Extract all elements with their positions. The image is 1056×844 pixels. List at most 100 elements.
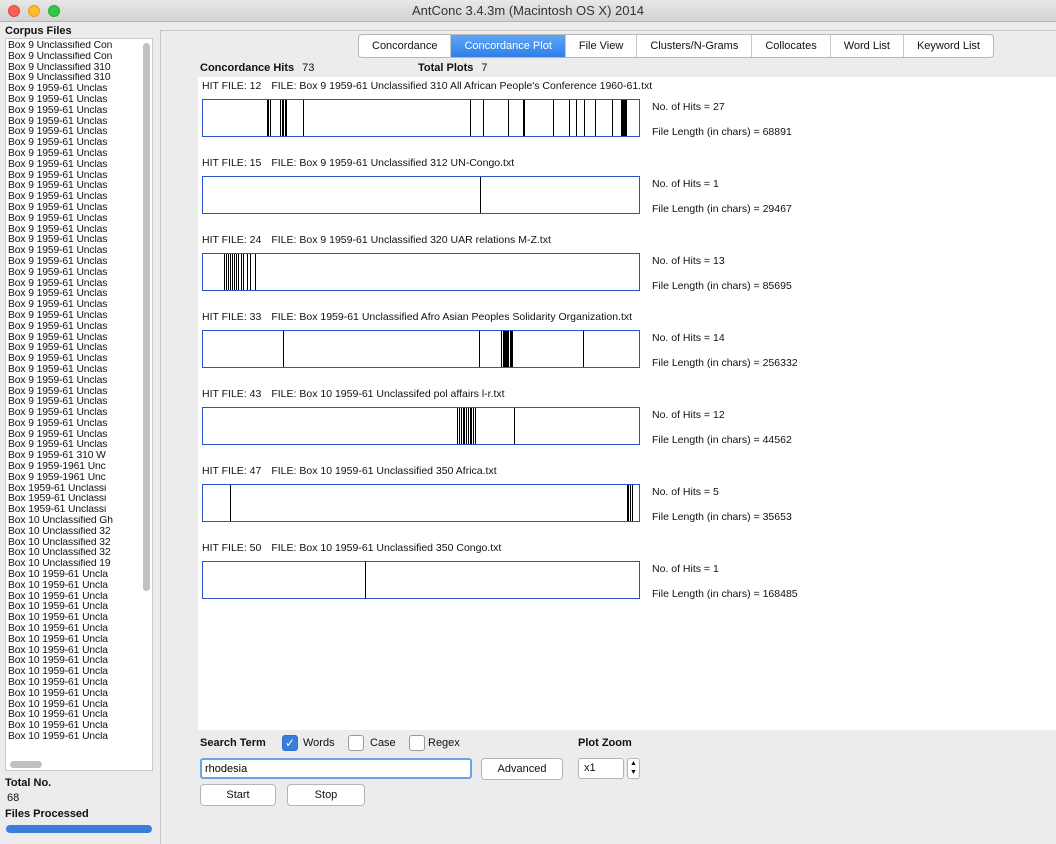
corpus-file-item[interactable]: Box 9 1959-61 Unclas bbox=[8, 246, 140, 257]
window-title: AntConc 3.4.3m (Macintosh OS X) 2014 bbox=[412, 3, 644, 18]
tab-word-list[interactable]: Word List bbox=[831, 35, 904, 57]
corpus-file-item[interactable]: Box 9 1959-61 310 W bbox=[8, 451, 140, 462]
corpus-file-item[interactable]: Box 9 1959-61 Unclas bbox=[8, 430, 140, 441]
dispersion-plot[interactable] bbox=[202, 176, 640, 214]
dispersion-plot[interactable] bbox=[202, 253, 640, 291]
corpus-file-item[interactable]: Box 9 1959-61 Unclas bbox=[8, 192, 140, 203]
file-length: File Length (in chars) = 85695 bbox=[652, 280, 792, 292]
corpus-file-item[interactable]: Box 10 1959-61 Uncla bbox=[8, 700, 140, 711]
corpus-file-item[interactable]: Box 9 1959-61 Unclas bbox=[8, 279, 140, 290]
total-plots-value: 7 bbox=[481, 62, 488, 74]
corpus-file-item[interactable]: Box 9 1959-61 Unclas bbox=[8, 268, 140, 279]
corpus-file-item[interactable]: Box 9 1959-61 Unclas bbox=[8, 300, 140, 311]
corpus-file-item[interactable]: Box 9 1959-61 Unclas bbox=[8, 354, 140, 365]
tab-concordance[interactable]: Concordance bbox=[359, 35, 452, 57]
dispersion-plot[interactable] bbox=[202, 99, 640, 137]
corpus-file-item[interactable]: Box 9 1959-1961 Unc bbox=[8, 473, 140, 484]
corpus-file-item[interactable]: Box 10 1959-61 Uncla bbox=[8, 624, 140, 635]
corpus-file-item[interactable]: Box 9 Unclassified 310 bbox=[8, 63, 140, 74]
corpus-file-item[interactable]: Box 10 Unclassified 32 bbox=[8, 527, 140, 538]
corpus-file-item[interactable]: Box 10 Unclassified Gh bbox=[8, 516, 140, 527]
corpus-file-item[interactable]: Box 10 1959-61 Uncla bbox=[8, 678, 140, 689]
corpus-file-item[interactable]: Box 10 1959-61 Uncla bbox=[8, 570, 140, 581]
corpus-file-item[interactable]: Box 9 1959-61 Unclas bbox=[8, 214, 140, 225]
corpus-file-item[interactable]: Box 10 1959-61 Uncla bbox=[8, 656, 140, 667]
corpus-file-item[interactable]: Box 9 1959-61 Unclas bbox=[8, 376, 140, 387]
corpus-file-item[interactable]: Box 9 1959-61 Unclas bbox=[8, 117, 140, 128]
corpus-file-item[interactable]: Box 9 1959-61 Unclas bbox=[8, 203, 140, 214]
corpus-file-item[interactable]: Box 10 1959-61 Uncla bbox=[8, 667, 140, 678]
corpus-file-item[interactable]: Box 9 Unclassified 310 bbox=[8, 73, 140, 84]
maximize-window-button[interactable] bbox=[48, 5, 60, 17]
regex-checkbox[interactable] bbox=[409, 735, 425, 751]
corpus-file-item[interactable]: Box 9 1959-61 Unclas bbox=[8, 365, 140, 376]
corpus-file-item[interactable]: Box 9 1959-61 Unclas bbox=[8, 408, 140, 419]
corpus-file-item[interactable]: Box 9 1959-61 Unclas bbox=[8, 387, 140, 398]
corpus-file-item[interactable]: Box 9 1959-61 Unclas bbox=[8, 289, 140, 300]
corpus-horizontal-scrollbar[interactable] bbox=[10, 761, 42, 768]
corpus-file-item[interactable]: Box 9 1959-61 Unclas bbox=[8, 181, 140, 192]
corpus-file-item[interactable]: Box 9 Unclassified Con bbox=[8, 41, 140, 52]
corpus-file-item[interactable]: Box 10 1959-61 Uncla bbox=[8, 689, 140, 700]
corpus-file-item[interactable]: Box 9 1959-61 Unclas bbox=[8, 257, 140, 268]
case-checkbox[interactable] bbox=[348, 735, 364, 751]
corpus-file-item[interactable]: Box 9 1959-61 Unclas bbox=[8, 95, 140, 106]
corpus-files-title: Corpus Files bbox=[5, 25, 72, 37]
dispersion-plot[interactable] bbox=[202, 561, 640, 599]
corpus-file-item[interactable]: Box 10 1959-61 Uncla bbox=[8, 602, 140, 613]
dispersion-plot[interactable] bbox=[202, 407, 640, 445]
corpus-file-item[interactable]: Box 9 1959-61 Unclas bbox=[8, 322, 140, 333]
tab-file-view[interactable]: File View bbox=[566, 35, 638, 57]
plot-zoom-stepper[interactable]: ▲ ▼ bbox=[627, 758, 640, 779]
corpus-file-item[interactable]: Box 9 1959-61 Unclas bbox=[8, 138, 140, 149]
start-button[interactable]: Start bbox=[200, 784, 276, 806]
stop-button[interactable]: Stop bbox=[287, 784, 365, 806]
plot-zoom-select[interactable]: x1 bbox=[578, 758, 624, 779]
words-checkbox[interactable]: ✓ bbox=[282, 735, 298, 751]
concordance-hits-label: Concordance Hits bbox=[200, 62, 295, 74]
corpus-file-list[interactable]: Box 9 Unclassified Con Box 9 Unclassified… bbox=[5, 38, 153, 771]
corpus-file-item[interactable]: Box 9 1959-61 Unclas bbox=[8, 225, 140, 236]
minimize-window-button[interactable] bbox=[28, 5, 40, 17]
corpus-file-item[interactable]: Box 9 1959-61 Unclas bbox=[8, 171, 140, 182]
corpus-file-item[interactable]: Box 9 1959-61 Unclas bbox=[8, 84, 140, 95]
tab-keyword-list[interactable]: Keyword List bbox=[904, 35, 993, 57]
corpus-file-item[interactable]: Box 10 1959-61 Uncla bbox=[8, 635, 140, 646]
close-window-button[interactable] bbox=[8, 5, 20, 17]
corpus-file-item[interactable]: Box 9 1959-61 Unclas bbox=[8, 343, 140, 354]
corpus-file-item[interactable]: Box 9 1959-61 Unclas bbox=[8, 440, 140, 451]
corpus-file-item[interactable]: Box 10 1959-61 Uncla bbox=[8, 592, 140, 603]
corpus-file-item[interactable]: Box 10 1959-61 Uncla bbox=[8, 721, 140, 732]
tab-collocates[interactable]: Collocates bbox=[752, 35, 831, 57]
corpus-file-item[interactable]: Box 9 1959-1961 Unc bbox=[8, 462, 140, 473]
corpus-file-item[interactable]: Box 10 1959-61 Uncla bbox=[8, 613, 140, 624]
corpus-file-item[interactable]: Box 10 1959-61 Uncla bbox=[8, 646, 140, 657]
search-term-input[interactable] bbox=[200, 758, 472, 779]
corpus-file-item[interactable]: Box 1959-61 Unclassi bbox=[8, 494, 140, 505]
search-panel: Search Term ✓ Words Case Regex Plot Zoom… bbox=[198, 730, 1056, 814]
corpus-file-item[interactable]: Box 10 Unclassified 32 bbox=[8, 548, 140, 559]
tab-clusters-n-grams[interactable]: Clusters/N-Grams bbox=[637, 35, 753, 57]
corpus-file-item[interactable]: Box 9 1959-61 Unclas bbox=[8, 397, 140, 408]
corpus-file-item[interactable]: Box 10 1959-61 Uncla bbox=[8, 710, 140, 721]
corpus-file-item[interactable]: Box 9 1959-61 Unclas bbox=[8, 333, 140, 344]
advanced-button[interactable]: Advanced bbox=[481, 758, 563, 780]
corpus-file-item[interactable]: Box 9 1959-61 Unclas bbox=[8, 149, 140, 160]
corpus-file-item[interactable]: Box 9 1959-61 Unclas bbox=[8, 311, 140, 322]
corpus-file-item[interactable]: Box 9 1959-61 Unclas bbox=[8, 235, 140, 246]
corpus-file-item[interactable]: Box 9 Unclassified Con bbox=[8, 52, 140, 63]
corpus-file-item[interactable]: Box 9 1959-61 Unclas bbox=[8, 419, 140, 430]
corpus-file-item[interactable]: Box 10 1959-61 Uncla bbox=[8, 732, 140, 743]
corpus-file-item[interactable]: Box 10 Unclassified 19 bbox=[8, 559, 140, 570]
dispersion-plot[interactable] bbox=[202, 330, 640, 368]
corpus-file-item[interactable]: Box 9 1959-61 Unclas bbox=[8, 106, 140, 117]
corpus-file-item[interactable]: Box 10 1959-61 Uncla bbox=[8, 581, 140, 592]
corpus-vertical-scrollbar[interactable] bbox=[143, 43, 150, 591]
corpus-file-item[interactable]: Box 10 Unclassified 32 bbox=[8, 538, 140, 549]
corpus-file-item[interactable]: Box 1959-61 Unclassi bbox=[8, 505, 140, 516]
dispersion-plot[interactable] bbox=[202, 484, 640, 522]
corpus-file-item[interactable]: Box 9 1959-61 Unclas bbox=[8, 160, 140, 171]
corpus-file-item[interactable]: Box 1959-61 Unclassi bbox=[8, 484, 140, 495]
corpus-file-item[interactable]: Box 9 1959-61 Unclas bbox=[8, 127, 140, 138]
tab-concordance-plot[interactable]: Concordance Plot bbox=[451, 35, 566, 57]
